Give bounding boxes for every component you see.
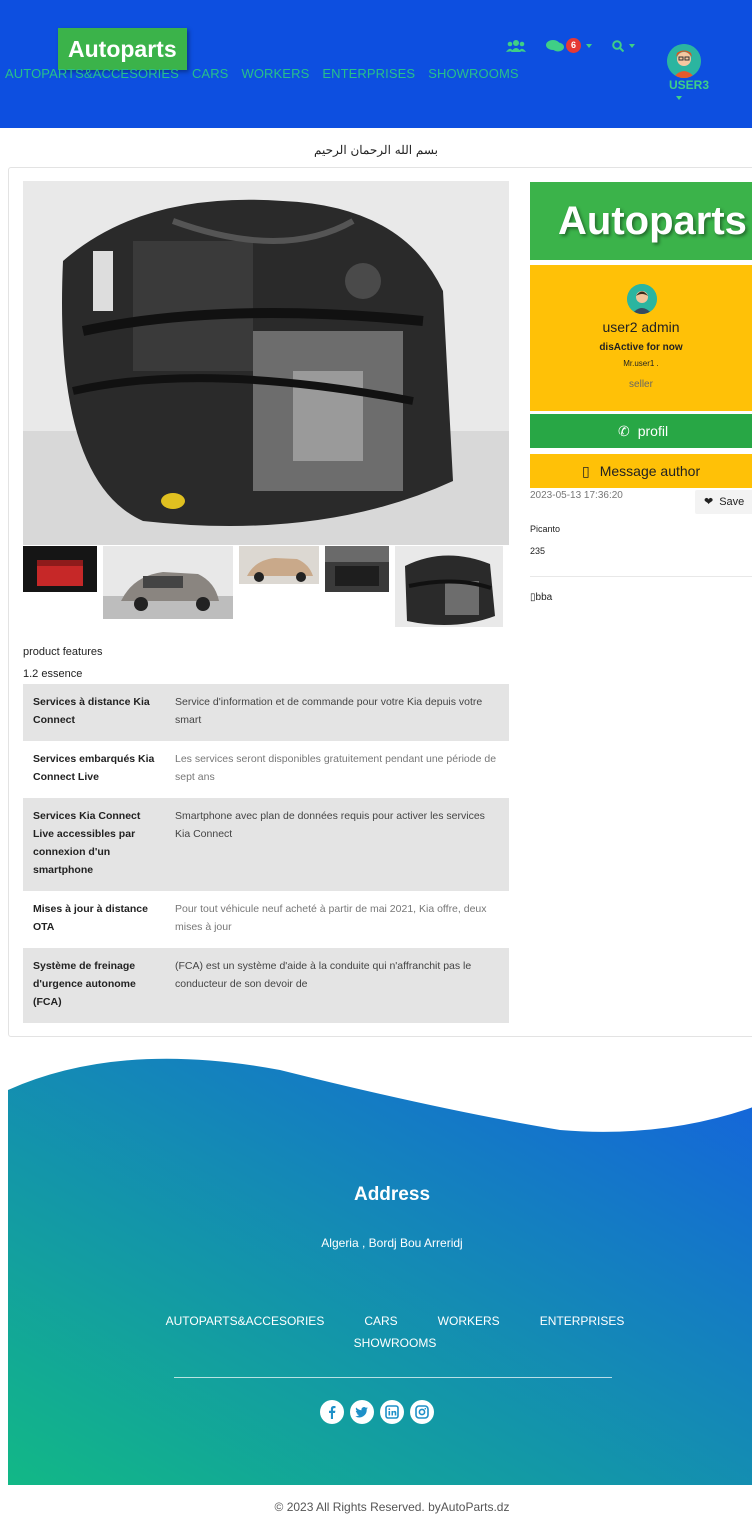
table-row: Services embarqués Kia Connect Live Les …	[23, 741, 509, 798]
spec-name: Services à distance Kia Connect	[23, 684, 165, 741]
spec-value: (FCA) est un système d'aide à la conduit…	[165, 948, 509, 1023]
table-row: Mises à jour à distance OTA Pour tout vé…	[23, 891, 509, 948]
nav-link-workers[interactable]: WORKERS	[241, 66, 309, 81]
profil-button[interactable]: ✆ profil	[530, 414, 752, 448]
spec-name: Mises à jour à distance OTA	[23, 891, 165, 948]
footer-link-showrooms[interactable]: SHOWROOMS	[354, 1336, 437, 1350]
nav-icons: 6	[506, 38, 635, 53]
chat-icon[interactable]: 6	[546, 38, 592, 53]
user-avatar[interactable]	[667, 44, 701, 78]
nav-links: AUTOPARTS&ACCESORIES CARS WORKERS ENTERP…	[5, 66, 519, 81]
car-number: 235	[530, 546, 546, 556]
author-role: seller	[629, 379, 653, 390]
nav-link-showrooms[interactable]: SHOWROOMS	[428, 66, 518, 81]
footer-links: AUTOPARTS&ACCESORIES CARS WORKERS ENTERP…	[150, 1314, 640, 1350]
table-row: Système de freinage d'urgence autonome (…	[23, 948, 509, 1023]
instagram-icon[interactable]	[410, 1400, 434, 1424]
author-name: user2 admin	[602, 319, 680, 335]
bismillah-text: بسم الله الرحمان الرحيم	[314, 143, 438, 157]
phone-icon: ✆	[618, 423, 630, 439]
divider	[530, 576, 752, 577]
spec-value: Smartphone avec plan de données requis p…	[165, 798, 509, 891]
thumbnail-4[interactable]	[325, 546, 389, 592]
author-title: Mr.user1 .	[623, 359, 659, 368]
main-product-photo[interactable]	[23, 181, 509, 545]
spec-value: Service d'information et de commande pou…	[165, 684, 509, 741]
chevron-down-icon	[629, 43, 635, 48]
nav-link-enterprises[interactable]: ENTERPRISES	[322, 66, 415, 81]
heart-icon: ❤	[704, 496, 714, 508]
footer-link-autoparts[interactable]: AUTOPARTS&ACCESORIES	[166, 1314, 325, 1328]
brand-logo[interactable]: Autoparts	[58, 28, 187, 70]
spec-table: Services à distance Kia Connect Service …	[23, 684, 509, 1023]
footer-link-workers[interactable]: WORKERS	[438, 1314, 500, 1328]
copyright: © 2023 All Rights Reserved. byAutoParts.…	[274, 1500, 510, 1514]
footer-link-enterprises[interactable]: ENTERPRISES	[540, 1314, 625, 1328]
navbar: Autoparts AUTOPARTS&ACCESORIES CARS WORK…	[0, 0, 752, 128]
nav-link-autoparts[interactable]: AUTOPARTS&ACCESORIES	[5, 66, 179, 81]
address-text: Algeria , Bordj Bou Arreridj	[321, 1236, 463, 1250]
save-button[interactable]: ❤ Save	[695, 490, 752, 514]
author-status: disActive for now	[599, 342, 683, 353]
chevron-down-icon	[586, 43, 592, 48]
save-button-label: Save	[719, 496, 745, 508]
chevron-down-icon[interactable]	[676, 96, 682, 100]
location-text: bba	[535, 592, 553, 603]
spec-name: Services embarqués Kia Connect Live	[23, 741, 165, 798]
location: ▯bba	[530, 592, 552, 603]
thumbnail-2[interactable]	[103, 546, 233, 619]
car-model: Picanto	[530, 524, 561, 534]
thumbnail-5[interactable]	[395, 546, 503, 627]
username[interactable]: USER3	[669, 78, 709, 92]
profil-button-label: profil	[637, 423, 669, 439]
author-card: user2 admin disActive for now Mr.user1 .…	[530, 265, 752, 411]
message-button-label: Message author	[599, 463, 701, 479]
facebook-icon[interactable]	[320, 1400, 344, 1424]
thumbnail-1[interactable]	[23, 546, 97, 592]
message-author-button[interactable]: ▯ Message author	[530, 454, 752, 488]
footer-link-cars[interactable]: CARS	[364, 1314, 397, 1328]
linkedin-icon[interactable]	[380, 1400, 404, 1424]
thumbnail-3[interactable]	[239, 546, 319, 584]
spec-value: Les services seront disponibles gratuite…	[165, 741, 509, 798]
features-title: product features	[23, 646, 103, 658]
users-icon[interactable]	[506, 39, 526, 53]
seller-logo: Autoparts	[530, 182, 752, 260]
message-icon: ▯	[582, 463, 590, 479]
post-date: 2023-05-13 17:36:20	[530, 490, 623, 501]
spec-value: Pour tout véhicule neuf acheté à partir …	[165, 891, 509, 948]
table-row: Services Kia Connect Live accessibles pa…	[23, 798, 509, 891]
spec-name: Système de freinage d'urgence autonome (…	[23, 948, 165, 1023]
message-count-badge: 6	[566, 38, 581, 53]
footer-divider	[174, 1377, 612, 1378]
address-title: Address	[353, 1184, 431, 1205]
social-links	[320, 1400, 434, 1424]
author-avatar	[627, 284, 657, 314]
spec-name: Services Kia Connect Live accessibles pa…	[23, 798, 165, 891]
twitter-icon[interactable]	[350, 1400, 374, 1424]
nav-link-cars[interactable]: CARS	[192, 66, 229, 81]
table-row: Services à distance Kia Connect Service …	[23, 684, 509, 741]
features-subtitle: 1.2 essence	[23, 668, 83, 680]
search-icon[interactable]	[612, 39, 635, 52]
